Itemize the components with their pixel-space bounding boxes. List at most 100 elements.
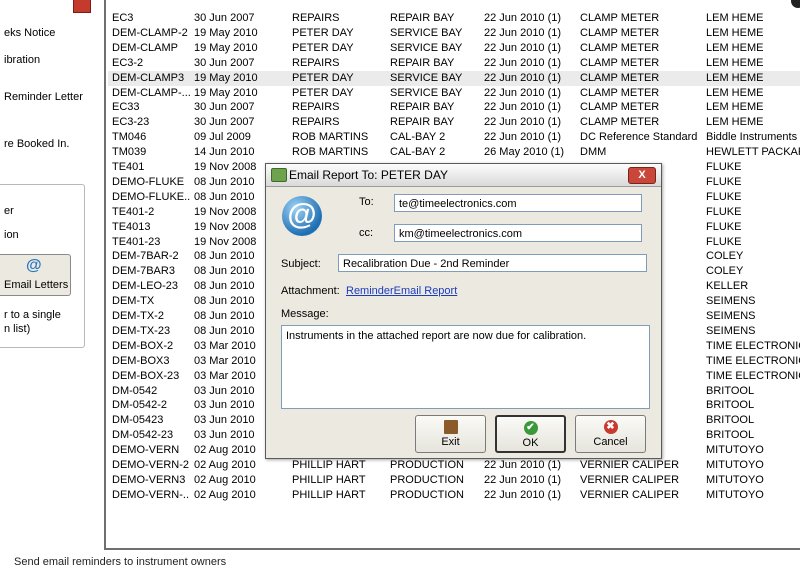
table-cell: SERVICE BAY xyxy=(390,86,463,99)
table-cell: CLAMP METER xyxy=(580,71,660,84)
footer-caption: Send email reminders to instrument owner… xyxy=(14,556,227,568)
table-cell: CLAMP METER xyxy=(580,56,660,69)
table-cell: PHILLIP HART xyxy=(292,459,366,471)
email-at-icon: @ xyxy=(282,196,322,236)
table-cell: DEMO-VERN xyxy=(112,444,180,457)
subject-field[interactable]: Recalibration Due - 2nd Reminder xyxy=(338,254,647,272)
table-row[interactable]: EC33 30 Jun 2007 REPAIRS REPAIR BAY 22 Jun 2… xyxy=(108,100,800,115)
table-cell: TIME ELECTRONICS xyxy=(706,339,800,352)
table-cell: DM-0542-2 xyxy=(112,399,168,412)
table-row[interactable]: TM046 09 Jul 2009 ROB MARTINS CAL-BAY 2 22 J… xyxy=(108,130,800,145)
table-cell: DMM xyxy=(580,146,607,159)
table-cell: REPAIRS xyxy=(292,101,340,114)
table-cell: DEM-TX xyxy=(112,295,155,308)
cc-field[interactable]: km@timeelectronics.com xyxy=(394,224,642,242)
table-row[interactable]: DEM-CLAMP 19 May 2010 PETER DAY SERVICE BAY… xyxy=(108,41,800,56)
email-report-dialog: Email Report To: PETER DAY X @ To: te@ti… xyxy=(265,163,662,459)
exit-door-icon xyxy=(443,420,458,434)
table-cell: 22 Jun 2010 (1) xyxy=(484,86,562,99)
table-cell: ROB MARTINS xyxy=(292,131,369,144)
table-cell: FLUKE xyxy=(706,161,742,173)
table-row[interactable]: EC3-2 30 Jun 2007 REPAIRS REPAIR BAY 22 Jun … xyxy=(108,56,800,71)
table-row[interactable]: DEM-CLAMP-2 19 May 2010 PETER DAY SERVICE B… xyxy=(108,26,800,41)
table-cell: DM-05423 xyxy=(112,414,164,427)
table-cell: TE401-2 xyxy=(112,205,155,218)
table-row[interactable]: TM039 14 Jun 2010 ROB MARTINS CAL-BAY 2 26 M… xyxy=(108,145,800,160)
menu-item-calibration[interactable]: ibration xyxy=(4,54,40,66)
table-cell: COLEY xyxy=(706,250,744,263)
table-cell: DEMO-VERN-2 xyxy=(112,459,190,471)
menu-item-booked-in[interactable]: re Booked In. xyxy=(4,138,69,150)
table-cell: LEM HEME xyxy=(706,12,764,24)
dialog-close-button[interactable]: X xyxy=(628,167,656,184)
table-cell: REPAIRS xyxy=(292,56,340,69)
table-cell: DEM-TX-23 xyxy=(112,324,171,337)
exit-button-label: Exit xyxy=(441,436,460,448)
exit-button[interactable]: Exit xyxy=(415,415,486,453)
option-label-2[interactable]: ion xyxy=(4,229,19,241)
email-letters-label: Email Letters xyxy=(4,279,69,291)
table-cell: FLUKE xyxy=(706,205,742,218)
table-cell: CLAMP METER xyxy=(580,26,660,39)
table-cell: CLAMP METER xyxy=(580,12,660,24)
table-cell: DEM-CLAMP3 xyxy=(112,71,185,84)
table-row[interactable]: DEM-CLAMP-... 19 May 2010 PETER DAY SERVICE… xyxy=(108,86,800,101)
table-cell: BRITOOL xyxy=(706,414,755,427)
table-cell: 22 Jun 2010 (1) xyxy=(484,116,562,129)
table-cell: MITUTOYO xyxy=(706,444,764,457)
menu-item-weeks-notice[interactable]: eks Notice xyxy=(4,27,55,39)
table-cell: 02 Aug 2010 xyxy=(194,488,256,501)
table-cell: 02 Aug 2010 xyxy=(194,459,256,471)
table-cell: SEIMENS xyxy=(706,310,756,322)
table-cell: EC33 xyxy=(112,101,140,114)
message-textarea[interactable]: Instruments in the attached report are n… xyxy=(281,325,650,409)
table-cell: LEM HEME xyxy=(706,71,764,84)
table-cell: COLEY xyxy=(706,265,744,278)
table-row[interactable]: EC3-23 30 Jun 2007 REPAIRS REPAIR BAY 22 Jun… xyxy=(108,115,800,130)
dialog-titlebar[interactable]: Email Report To: PETER DAY X xyxy=(266,164,661,187)
table-cell: SEIMENS xyxy=(706,324,756,337)
table-cell: CLAMP METER xyxy=(580,86,660,99)
menu-item-reminder-letter[interactable]: Reminder Letter xyxy=(4,91,83,103)
table-cell: PRODUCTION xyxy=(390,488,464,501)
table-cell: 30 Jun 2007 xyxy=(194,12,255,24)
table-cell: SERVICE BAY xyxy=(390,26,463,39)
table-cell: 19 May 2010 xyxy=(194,86,258,99)
ok-button-label: OK xyxy=(522,437,539,449)
email-letters-button[interactable]: @ Email Letters xyxy=(0,254,71,296)
table-cell: CAL-BAY 2 xyxy=(390,146,446,159)
table-cell: 02 Aug 2010 xyxy=(194,473,256,486)
table-cell: 22 Jun 2010 (1) xyxy=(484,41,562,54)
table-cell: DEM-BOX-2 xyxy=(112,339,174,352)
table-cell: CLAMP METER xyxy=(580,41,660,54)
table-cell: 22 Jun 2010 (1) xyxy=(484,101,562,114)
table-row[interactable]: EC3 30 Jun 2007 REPAIRS REPAIR BAY 22 Jun 20… xyxy=(108,11,800,26)
ok-button[interactable]: ✔ OK xyxy=(495,415,566,453)
table-cell: VERNIER CALIPER xyxy=(580,488,680,501)
table-cell: ROB MARTINS xyxy=(292,146,369,159)
table-cell: REPAIR BAY xyxy=(390,101,455,114)
table-row[interactable]: DEMO-VERN-... 02 Aug 2010 PHILLIP HART PROD… xyxy=(108,488,800,503)
cancel-button[interactable]: ✖ Cancel xyxy=(575,415,646,453)
to-field[interactable]: te@timeelectronics.com xyxy=(394,194,642,212)
table-row[interactable]: DEM-CLAMP3 19 May 2010 PETER DAY SERVICE BA… xyxy=(108,70,800,86)
table-cell: SERVICE BAY xyxy=(390,41,463,54)
table-cell: PHILLIP HART xyxy=(292,488,366,501)
table-cell: 30 Jun 2007 xyxy=(194,101,255,114)
table-cell: PHILLIP HART xyxy=(292,473,366,486)
table-cell: PETER DAY xyxy=(292,71,354,84)
subject-label: Subject: xyxy=(281,258,321,270)
close-icon[interactable] xyxy=(73,0,91,13)
table-cell: Biddle Instruments xyxy=(706,131,798,144)
table-cell: REPAIR BAY xyxy=(390,116,455,129)
table-cell: DEMO-VERN-... xyxy=(112,488,190,501)
table-cell: SERVICE BAY xyxy=(390,71,463,84)
table-row[interactable]: DEMO-VERN-2 02 Aug 2010 PHILLIP HART PRODUC… xyxy=(108,458,800,473)
table-cell: FLUKE xyxy=(706,175,742,188)
table-row[interactable]: DEMO-VERN3 02 Aug 2010 PHILLIP HART PRODUCT… xyxy=(108,473,800,488)
table-cell: FLUKE xyxy=(706,190,742,203)
table-cell: CLAMP METER xyxy=(580,116,660,129)
attachment-link[interactable]: ReminderEmail Report xyxy=(346,285,457,297)
table-cell: 22 Jun 2010 (1) xyxy=(484,488,562,501)
option-label-1[interactable]: er xyxy=(4,205,14,217)
